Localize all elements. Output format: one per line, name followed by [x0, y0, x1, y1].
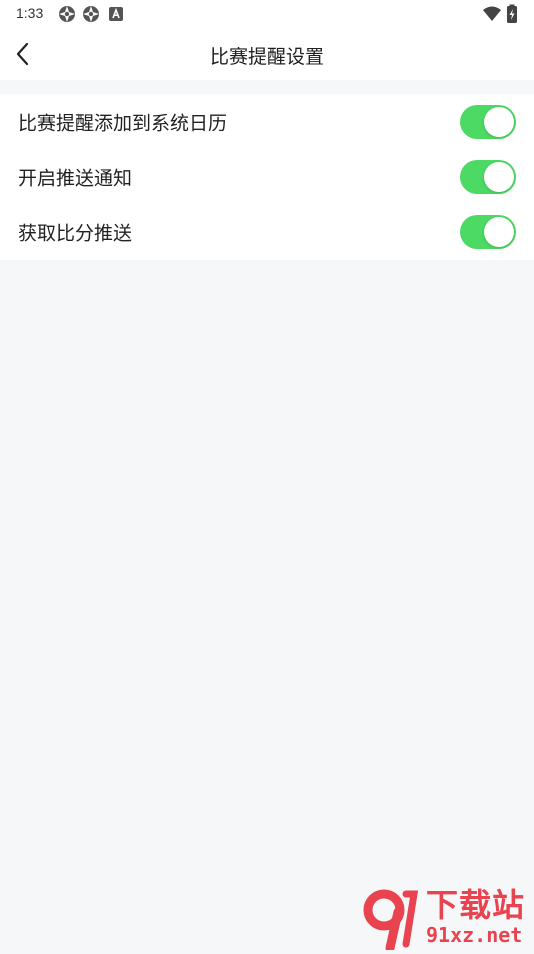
watermark: 下载站 91xz.net: [362, 886, 534, 953]
watermark-logo-icon: [362, 888, 422, 953]
battery-charging-icon: [506, 4, 518, 23]
wifi-icon: [482, 5, 501, 23]
setting-label-push-notifications: 开启推送通知: [18, 167, 133, 189]
toggle-knob: [484, 161, 514, 192]
toggle-knob: [484, 216, 514, 247]
aperture-icon: [58, 5, 76, 23]
setting-row-calendar: 比赛提醒添加到系统日历: [0, 94, 534, 149]
setting-row-push-notifications: 开启推送通知: [0, 149, 534, 204]
setting-row-score-push: 获取比分推送: [0, 204, 534, 259]
setting-label-calendar: 比赛提醒添加到系统日历: [18, 112, 228, 134]
watermark-url: 91xz.net: [426, 923, 523, 947]
aperture-icon: [82, 5, 100, 23]
settings-list: 比赛提醒添加到系统日历 开启推送通知 获取比分推送: [0, 94, 534, 260]
watermark-text: 下载站: [426, 886, 526, 924]
setting-label-score-push: 获取比分推送: [18, 222, 133, 244]
status-bar: 1:33: [0, 0, 534, 28]
status-time: 1:33: [16, 5, 44, 21]
calendar-toggle[interactable]: [460, 104, 516, 139]
toggle-knob: [484, 106, 514, 137]
push-notifications-toggle[interactable]: [460, 159, 516, 194]
page-title: 比赛提醒设置: [209, 46, 324, 68]
navigation-bar: 比赛提醒设置: [0, 28, 534, 80]
font-app-icon: [108, 6, 126, 24]
score-push-toggle[interactable]: [460, 214, 516, 249]
